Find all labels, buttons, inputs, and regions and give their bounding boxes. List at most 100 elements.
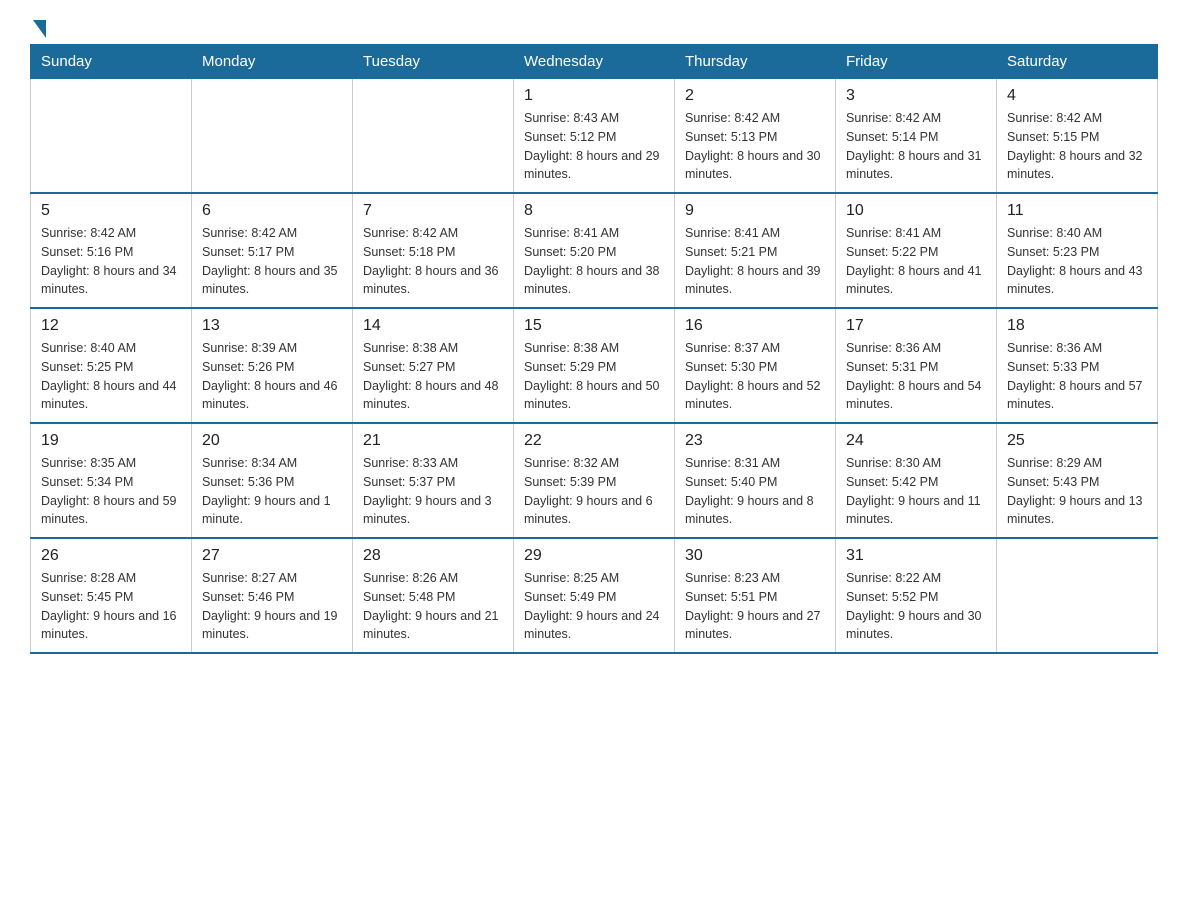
day-of-week-header: Wednesday	[514, 45, 675, 79]
day-number: 31	[846, 547, 986, 565]
day-number: 2	[685, 87, 825, 105]
calendar-week-row: 12 Sunrise: 8:40 AMSunset: 5:25 PMDayligh…	[31, 308, 1158, 423]
calendar-day-cell: 19 Sunrise: 8:35 AMSunset: 5:34 PMDayligh…	[31, 423, 192, 538]
day-number: 20	[202, 432, 342, 450]
calendar-body: 1 Sunrise: 8:43 AMSunset: 5:12 PMDaylight…	[31, 79, 1158, 654]
day-number: 7	[363, 202, 503, 220]
day-number: 12	[41, 317, 181, 335]
day-info: Sunrise: 8:40 AMSunset: 5:25 PMDaylight:…	[41, 339, 181, 414]
day-of-week-header: Sunday	[31, 45, 192, 79]
day-info: Sunrise: 8:28 AMSunset: 5:45 PMDaylight:…	[41, 569, 181, 644]
calendar-week-row: 26Sunrise: 8:28 AMSunset: 5:45 PMDayligh…	[31, 538, 1158, 653]
day-number: 11	[1007, 202, 1147, 220]
day-number: 6	[202, 202, 342, 220]
calendar-day-cell: 27 Sunrise: 8:27 AMSunset: 5:46 PMDayligh…	[192, 538, 353, 653]
day-number: 22	[524, 432, 664, 450]
day-info: Sunrise: 8:27 AMSunset: 5:46 PMDaylight:…	[202, 569, 342, 644]
day-number: 10	[846, 202, 986, 220]
calendar-week-row: 19 Sunrise: 8:35 AMSunset: 5:34 PMDayligh…	[31, 423, 1158, 538]
day-of-week-header: Thursday	[675, 45, 836, 79]
day-info: Sunrise: 8:40 AMSunset: 5:23 PMDaylight:…	[1007, 224, 1147, 299]
days-of-week-row: SundayMondayTuesdayWednesdayThursdayFrid…	[31, 45, 1158, 79]
calendar-day-cell: 31 Sunrise: 8:22 AMSunset: 5:52 PMDayligh…	[836, 538, 997, 653]
day-number: 8	[524, 202, 664, 220]
calendar-header: SundayMondayTuesdayWednesdayThursdayFrid…	[31, 45, 1158, 79]
calendar-day-cell: 20 Sunrise: 8:34 AMSunset: 5:36 PMDayligh…	[192, 423, 353, 538]
calendar-day-cell: 13 Sunrise: 8:39 AMSunset: 5:26 PMDayligh…	[192, 308, 353, 423]
calendar-week-row: 5 Sunrise: 8:42 AMSunset: 5:16 PMDaylight…	[31, 193, 1158, 308]
day-info: Sunrise: 8:41 AMSunset: 5:22 PMDaylight:…	[846, 224, 986, 299]
day-of-week-header: Monday	[192, 45, 353, 79]
calendar-day-cell: 8 Sunrise: 8:41 AMSunset: 5:20 PMDaylight…	[514, 193, 675, 308]
day-info: Sunrise: 8:31 AMSunset: 5:40 PMDaylight:…	[685, 454, 825, 529]
calendar-day-cell: 5 Sunrise: 8:42 AMSunset: 5:16 PMDaylight…	[31, 193, 192, 308]
calendar-day-cell: 6Sunrise: 8:42 AMSunset: 5:17 PMDaylight…	[192, 193, 353, 308]
calendar-day-cell: 17Sunrise: 8:36 AMSunset: 5:31 PMDayligh…	[836, 308, 997, 423]
day-number: 4	[1007, 87, 1147, 105]
day-info: Sunrise: 8:32 AMSunset: 5:39 PMDaylight:…	[524, 454, 664, 529]
calendar-day-cell	[192, 79, 353, 194]
day-info: Sunrise: 8:42 AMSunset: 5:13 PMDaylight:…	[685, 109, 825, 184]
day-number: 21	[363, 432, 503, 450]
day-info: Sunrise: 8:33 AMSunset: 5:37 PMDaylight:…	[363, 454, 503, 529]
calendar-day-cell: 1 Sunrise: 8:43 AMSunset: 5:12 PMDaylight…	[514, 79, 675, 194]
day-number: 23	[685, 432, 825, 450]
calendar-day-cell: 3 Sunrise: 8:42 AMSunset: 5:14 PMDaylight…	[836, 79, 997, 194]
day-info: Sunrise: 8:35 AMSunset: 5:34 PMDaylight:…	[41, 454, 181, 529]
calendar-day-cell: 16 Sunrise: 8:37 AMSunset: 5:30 PMDayligh…	[675, 308, 836, 423]
day-info: Sunrise: 8:25 AMSunset: 5:49 PMDaylight:…	[524, 569, 664, 644]
day-number: 5	[41, 202, 181, 220]
day-info: Sunrise: 8:38 AMSunset: 5:29 PMDaylight:…	[524, 339, 664, 414]
calendar-day-cell	[31, 79, 192, 194]
calendar-day-cell: 22 Sunrise: 8:32 AMSunset: 5:39 PMDayligh…	[514, 423, 675, 538]
day-number: 1	[524, 87, 664, 105]
day-info: Sunrise: 8:43 AMSunset: 5:12 PMDaylight:…	[524, 109, 664, 184]
day-info: Sunrise: 8:29 AMSunset: 5:43 PMDaylight:…	[1007, 454, 1147, 529]
day-number: 9	[685, 202, 825, 220]
calendar-day-cell: 7 Sunrise: 8:42 AMSunset: 5:18 PMDaylight…	[353, 193, 514, 308]
day-number: 27	[202, 547, 342, 565]
calendar-day-cell: 18Sunrise: 8:36 AMSunset: 5:33 PMDayligh…	[997, 308, 1158, 423]
day-info: Sunrise: 8:42 AMSunset: 5:14 PMDaylight:…	[846, 109, 986, 184]
calendar-day-cell: 2 Sunrise: 8:42 AMSunset: 5:13 PMDaylight…	[675, 79, 836, 194]
calendar-day-cell: 25 Sunrise: 8:29 AMSunset: 5:43 PMDayligh…	[997, 423, 1158, 538]
day-info: Sunrise: 8:36 AMSunset: 5:33 PMDaylight:…	[1007, 339, 1147, 414]
calendar-day-cell: 24 Sunrise: 8:30 AMSunset: 5:42 PMDayligh…	[836, 423, 997, 538]
day-number: 28	[363, 547, 503, 565]
day-number: 3	[846, 87, 986, 105]
logo-triangle-icon	[33, 20, 46, 38]
calendar-day-cell: 12 Sunrise: 8:40 AMSunset: 5:25 PMDayligh…	[31, 308, 192, 423]
calendar-day-cell: 9 Sunrise: 8:41 AMSunset: 5:21 PMDaylight…	[675, 193, 836, 308]
day-info: Sunrise: 8:22 AMSunset: 5:52 PMDaylight:…	[846, 569, 986, 644]
calendar-day-cell	[997, 538, 1158, 653]
day-of-week-header: Saturday	[997, 45, 1158, 79]
calendar-table: SundayMondayTuesdayWednesdayThursdayFrid…	[30, 44, 1158, 654]
calendar-day-cell: 10 Sunrise: 8:41 AMSunset: 5:22 PMDayligh…	[836, 193, 997, 308]
day-number: 24	[846, 432, 986, 450]
calendar-day-cell: 28Sunrise: 8:26 AMSunset: 5:48 PMDayligh…	[353, 538, 514, 653]
day-info: Sunrise: 8:30 AMSunset: 5:42 PMDaylight:…	[846, 454, 986, 529]
day-info: Sunrise: 8:41 AMSunset: 5:21 PMDaylight:…	[685, 224, 825, 299]
day-info: Sunrise: 8:42 AMSunset: 5:15 PMDaylight:…	[1007, 109, 1147, 184]
day-info: Sunrise: 8:42 AMSunset: 5:18 PMDaylight:…	[363, 224, 503, 299]
day-number: 16	[685, 317, 825, 335]
page-header	[30, 20, 1158, 34]
calendar-day-cell	[353, 79, 514, 194]
day-number: 25	[1007, 432, 1147, 450]
calendar-day-cell: 23 Sunrise: 8:31 AMSunset: 5:40 PMDayligh…	[675, 423, 836, 538]
day-number: 13	[202, 317, 342, 335]
day-number: 30	[685, 547, 825, 565]
day-info: Sunrise: 8:39 AMSunset: 5:26 PMDaylight:…	[202, 339, 342, 414]
day-info: Sunrise: 8:38 AMSunset: 5:27 PMDaylight:…	[363, 339, 503, 414]
day-of-week-header: Tuesday	[353, 45, 514, 79]
calendar-day-cell: 26Sunrise: 8:28 AMSunset: 5:45 PMDayligh…	[31, 538, 192, 653]
day-info: Sunrise: 8:37 AMSunset: 5:30 PMDaylight:…	[685, 339, 825, 414]
calendar-day-cell: 30 Sunrise: 8:23 AMSunset: 5:51 PMDayligh…	[675, 538, 836, 653]
day-number: 19	[41, 432, 181, 450]
day-info: Sunrise: 8:42 AMSunset: 5:16 PMDaylight:…	[41, 224, 181, 299]
day-info: Sunrise: 8:41 AMSunset: 5:20 PMDaylight:…	[524, 224, 664, 299]
day-info: Sunrise: 8:23 AMSunset: 5:51 PMDaylight:…	[685, 569, 825, 644]
day-info: Sunrise: 8:34 AMSunset: 5:36 PMDaylight:…	[202, 454, 342, 529]
day-number: 29	[524, 547, 664, 565]
calendar-day-cell: 15Sunrise: 8:38 AMSunset: 5:29 PMDayligh…	[514, 308, 675, 423]
